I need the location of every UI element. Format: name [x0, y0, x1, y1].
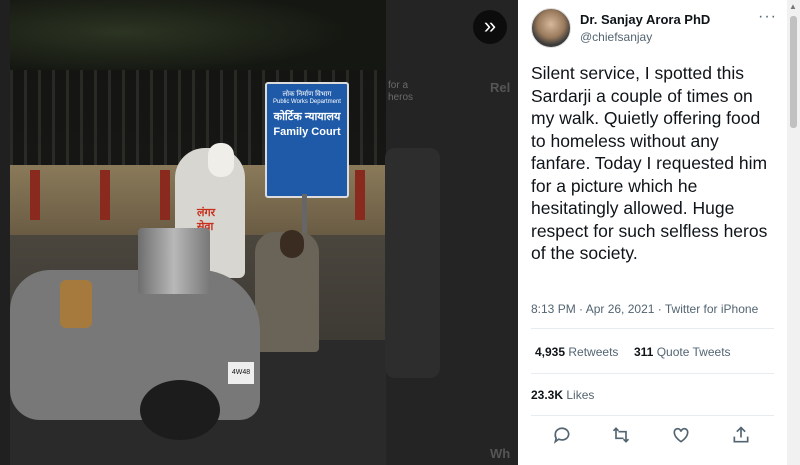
tweet-photo[interactable]: लोक निर्माण विभाग Public Works Departmen… — [10, 0, 386, 465]
divider — [531, 373, 774, 374]
steel-pot — [138, 228, 210, 294]
scrollbar[interactable]: ▲ — [787, 0, 800, 465]
quote-tweets-stat[interactable]: 311 Quote Tweets — [634, 345, 731, 359]
likes-count: 23.3K — [531, 388, 564, 402]
likes-stat[interactable]: 23.3K Likes — [531, 388, 594, 402]
reply-icon[interactable] — [552, 425, 574, 447]
media-viewer: लोक निर्माण विभाग Public Works Departmen… — [0, 0, 518, 465]
media-left-edge — [0, 0, 10, 465]
wall-stripe — [355, 170, 365, 220]
seated-man-head — [280, 230, 304, 258]
background-related-label: Rel — [490, 80, 511, 95]
retweets-stat[interactable]: 4,935 Retweets — [535, 345, 618, 359]
shirt-text-line1: लंगर — [197, 207, 216, 219]
avatar[interactable] — [531, 8, 571, 48]
divider — [531, 415, 774, 416]
license-plate: 4W48 — [228, 362, 254, 384]
quotes-count: 311 — [634, 345, 654, 359]
quotes-label: Quote Tweets — [656, 345, 731, 359]
tweet-text: Silent service, I spotted this Sardarji … — [531, 63, 768, 263]
tweet-timestamp[interactable]: 8:13 PM · Apr 26, 2021 — [531, 302, 654, 316]
wall-stripe — [100, 170, 110, 220]
divider — [531, 328, 774, 329]
share-icon[interactable] — [731, 425, 753, 447]
wall-stripe — [30, 170, 40, 220]
retweets-label: Retweets — [568, 345, 619, 359]
sign-line4: Family Court — [273, 126, 341, 138]
retweet-icon[interactable] — [611, 425, 633, 447]
sign-line2: Public Works Department — [273, 99, 341, 105]
turban-head — [208, 143, 234, 177]
wall-stripe — [160, 170, 170, 220]
scooter-wheel — [140, 380, 220, 440]
author-handle[interactable]: @chiefsanjay — [580, 30, 652, 44]
meta-separator: · — [654, 302, 665, 316]
family-court-sign: लोक निर्माण विभाग Public Works Departmen… — [265, 82, 349, 198]
photo-trees — [10, 0, 386, 80]
background-card — [385, 148, 440, 378]
author-name[interactable]: Dr. Sanjay Arora PhD — [580, 12, 710, 27]
hanging-bag — [60, 280, 92, 328]
background-bottom-label: Wh — [490, 446, 511, 461]
tweet-source[interactable]: Twitter for iPhone — [665, 302, 758, 316]
scroll-up-icon[interactable]: ▲ — [789, 2, 797, 11]
tweet-panel: Dr. Sanjay Arora PhD @chiefsanjay ··· Si… — [518, 0, 787, 465]
like-icon[interactable] — [671, 425, 693, 447]
background-caption: for a heros — [388, 80, 414, 103]
more-options-icon[interactable]: ··· — [758, 8, 777, 26]
sign-line1: लोक निर्माण विभाग — [282, 91, 332, 98]
likes-label: Likes — [566, 388, 595, 402]
next-media-button[interactable]: » — [473, 10, 507, 44]
scrollbar-thumb[interactable] — [790, 16, 797, 128]
sign-line3: कोर्टिक न्यायालय — [273, 111, 341, 123]
retweets-count: 4,935 — [535, 345, 566, 359]
tweet-meta: 8:13 PM · Apr 26, 2021 · Twitter for iPh… — [531, 302, 758, 316]
scooter — [10, 270, 260, 420]
